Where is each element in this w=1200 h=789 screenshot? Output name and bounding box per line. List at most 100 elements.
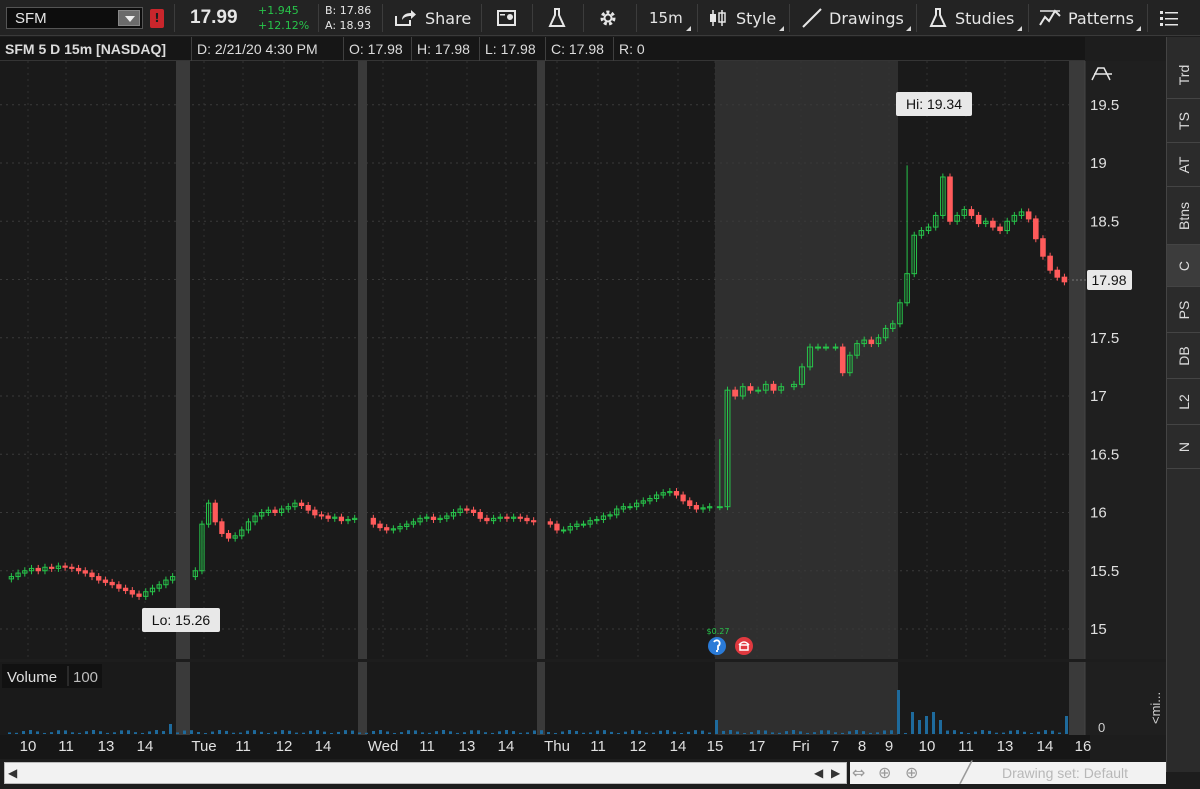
volume-value: 100	[73, 669, 98, 686]
candle-body	[524, 517, 530, 522]
volume-bar	[904, 732, 907, 734]
sidebar-tab-l2[interactable]: L2	[1167, 379, 1200, 425]
volume-chart[interactable]: Volume 100 0 <mi...	[0, 662, 1166, 735]
symbol-input[interactable]: SFM	[15, 10, 47, 27]
symbol-selector[interactable]: SFM	[6, 7, 143, 29]
candle-body	[732, 389, 739, 397]
drawing-set-label[interactable]: Drawing set: Default	[1002, 765, 1128, 781]
volume-bar	[673, 731, 676, 734]
volume-bar	[820, 730, 823, 734]
sidebar-tab-db[interactable]: DB	[1167, 333, 1200, 379]
candle-body	[116, 584, 122, 589]
volume-bar	[246, 730, 249, 734]
scroll-left-small-icon[interactable]: ◀	[814, 766, 823, 780]
sidebar-tab-label: C	[1175, 260, 1192, 271]
share-button[interactable]: Share	[393, 0, 471, 36]
candle-body	[75, 567, 82, 572]
drawings-button[interactable]: Drawings	[801, 0, 913, 36]
crosshair-icon[interactable]: ⊕	[878, 763, 891, 782]
symbol-dropdown-button[interactable]	[118, 10, 140, 26]
alert-flag-icon[interactable]: !	[150, 9, 164, 28]
candle-body	[673, 491, 680, 496]
candle-body	[975, 214, 982, 225]
price-tick-label: 17	[1090, 388, 1107, 405]
price-chart[interactable]: 19.51918.51817.51716.51615.515 17.98 Hi:…	[0, 61, 1166, 659]
time-tick-label: 16	[1074, 738, 1092, 755]
volume-bar	[953, 730, 956, 734]
volume-session-gap	[1069, 662, 1085, 735]
low-marker: Lo: 15.26	[142, 608, 220, 632]
pan-arrows-icon[interactable]: ⇔	[852, 763, 865, 782]
sidebar-tab-ps[interactable]: PS	[1167, 287, 1200, 333]
chart-title[interactable]: SFM 5 D 15m [NASDAQ]	[0, 37, 192, 61]
volume-bar	[722, 730, 725, 734]
candle-body	[464, 508, 470, 511]
toolbar-divider	[174, 4, 175, 32]
bar-close: C: 17.98	[546, 37, 614, 61]
volume-bar	[932, 712, 935, 734]
volume-bar	[750, 732, 753, 734]
volume-bar	[1016, 730, 1019, 734]
volume-bar	[631, 730, 634, 734]
sidebar-tab-at[interactable]: AT	[1167, 143, 1200, 187]
earnings-circle	[735, 637, 753, 655]
volume-bar	[92, 730, 95, 734]
volume-bar	[463, 732, 466, 734]
toolbar-divider	[318, 4, 319, 32]
dividend-icon[interactable]	[708, 637, 726, 655]
settings-button[interactable]	[597, 0, 619, 36]
time-tick-label: 9	[884, 738, 894, 755]
time-tick-label: 11	[958, 738, 974, 755]
sidebar-collapse-label[interactable]: <mi...	[1148, 692, 1163, 724]
scroll-right-icon[interactable]: ▶	[831, 766, 840, 780]
sidebar-tab-n[interactable]: N	[1167, 425, 1200, 469]
volume-bar	[484, 732, 487, 734]
volume-bar	[323, 731, 326, 734]
volume-bar	[78, 732, 81, 734]
style-button[interactable]: Style	[707, 0, 786, 36]
candle-body	[580, 523, 587, 526]
sidebar-tab-btns[interactable]: Btns	[1167, 187, 1200, 245]
snapshot-button[interactable]	[496, 0, 518, 36]
time-tick-label: Wed	[367, 738, 399, 755]
drawing-tool-icon[interactable]: ╱	[960, 760, 972, 784]
sidebar-tab-ts[interactable]: TS	[1167, 99, 1200, 143]
scroll-left-icon[interactable]: ◀	[8, 766, 17, 780]
volume-bar	[785, 731, 788, 734]
volume-bar	[547, 732, 550, 734]
volume-bar	[827, 730, 830, 734]
collapse-axis-button[interactable]	[1090, 64, 1114, 84]
volume-bar	[22, 731, 25, 734]
volume-bar	[64, 730, 67, 734]
timeframe-button[interactable]: 15m	[649, 0, 693, 36]
time-tick-label: 14	[1036, 738, 1054, 755]
volume-bar	[183, 730, 186, 734]
volume-bar	[967, 732, 970, 734]
volume-bar	[1030, 733, 1033, 734]
volume-bar	[1065, 716, 1068, 734]
horizontal-scrollbar[interactable]: ◀ ◀ ▶	[4, 762, 847, 784]
volume-bar	[477, 730, 480, 734]
volume-bar	[407, 730, 410, 734]
flask-button[interactable]	[547, 0, 567, 36]
zoom-icon[interactable]: ⊕	[905, 763, 918, 782]
menu-button[interactable]	[1158, 0, 1180, 36]
earnings-icon[interactable]	[735, 637, 753, 655]
volume-bar	[288, 730, 291, 734]
sidebar-tab-c[interactable]: C	[1167, 245, 1200, 287]
candle-body	[531, 520, 537, 523]
dropdown-triangle-icon	[1017, 26, 1022, 31]
time-tick-label: 11	[419, 738, 435, 755]
volume-bar	[610, 731, 613, 734]
candle-body	[69, 566, 75, 569]
patterns-button[interactable]: Patterns	[1038, 0, 1143, 36]
volume-bar	[281, 730, 284, 734]
share-icon	[395, 10, 416, 26]
studies-button[interactable]: Studies	[928, 0, 1024, 36]
volume-bar	[225, 730, 228, 734]
volume-bar	[449, 731, 452, 734]
sidebar-tab-trd[interactable]: Trd	[1167, 51, 1200, 99]
dropdown-triangle-icon	[1136, 26, 1141, 31]
dropdown-triangle-icon	[686, 26, 691, 31]
candle-body	[122, 587, 129, 592]
